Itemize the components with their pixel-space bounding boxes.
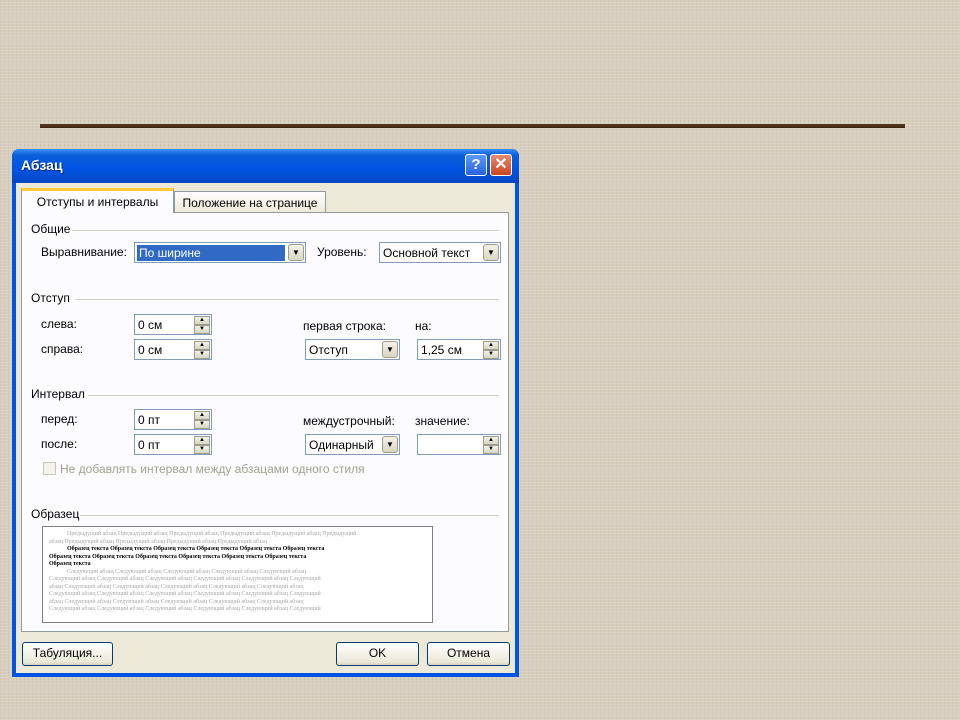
preview-next-line: абзац Следующий абзац Следующий абзац Сл… <box>49 598 304 605</box>
preview-next-line: Следующий абзац Следующий абзац Следующи… <box>49 591 321 597</box>
preview-next-line: Следующий абзац Следующий абзац Следующи… <box>49 606 321 612</box>
indent-divider <box>75 299 499 301</box>
level-value: Основной текст <box>383 246 471 260</box>
alignment-value: По ширине <box>137 245 285 261</box>
preview-box: Предыдущий абзац Предыдущий абзац Предыд… <box>42 526 433 623</box>
spin-down-icon[interactable]: ▼ <box>483 350 499 359</box>
general-group-title: Общие <box>31 222 71 236</box>
spin-up-icon[interactable]: ▲ <box>194 341 210 350</box>
indent-left-value: 0 см <box>138 318 163 332</box>
by-spinner[interactable]: 1,25 см ▲ ▼ <box>417 339 501 360</box>
paragraph-dialog: Абзац ? ✕ Отступы и интервалы Положение … <box>12 149 519 677</box>
spacing-before-spinner[interactable]: 0 пт ▲ ▼ <box>134 409 212 430</box>
tabs-button[interactable]: Табуляция... <box>22 642 113 666</box>
spacing-after-value: 0 пт <box>138 438 161 452</box>
by-value: 1,25 см <box>421 343 462 357</box>
spacing-after-spinner[interactable]: 0 пт ▲ ▼ <box>134 434 212 455</box>
chevron-down-icon[interactable]: ▼ <box>382 341 398 358</box>
indent-right-label: справа: <box>41 342 84 356</box>
preview-divider <box>80 515 499 517</box>
at-label: значение: <box>415 414 470 428</box>
ok-button[interactable]: OK <box>336 642 419 666</box>
help-button[interactable]: ? <box>465 154 487 176</box>
line-spacing-label: междустрочный: <box>303 414 395 428</box>
spin-down-icon[interactable]: ▼ <box>194 420 210 429</box>
first-line-select[interactable]: Отступ ▼ <box>305 339 400 360</box>
spin-down-icon[interactable]: ▼ <box>194 445 210 454</box>
no-space-checkbox[interactable] <box>43 462 56 475</box>
no-space-label: Не добавлять интервал между абзацами одн… <box>60 462 365 476</box>
dialog-client-area: Отступы и интервалы Положение на страниц… <box>16 183 515 673</box>
title-bar[interactable]: Абзац ? ✕ <box>12 149 519 183</box>
spacing-before-value: 0 пт <box>138 413 161 427</box>
line-spacing-value: Одинарный <box>309 438 374 452</box>
preview-prev-line: Предыдущий абзац Предыдущий абзац Предыд… <box>67 531 357 537</box>
preview-sample-line: Образец текста <box>49 561 91 567</box>
first-line-label: первая строка: <box>303 319 386 333</box>
tab-panel: Общие Выравнивание: По ширине ▼ Уровень:… <box>21 212 509 632</box>
preview-group-title: Образец <box>31 507 80 521</box>
spin-up-icon[interactable]: ▲ <box>194 316 210 325</box>
cancel-button[interactable]: Отмена <box>427 642 510 666</box>
spin-down-icon[interactable]: ▼ <box>483 445 499 454</box>
spin-up-icon[interactable]: ▲ <box>194 436 210 445</box>
alignment-select[interactable]: По ширине ▼ <box>134 242 306 263</box>
at-spinner[interactable]: ▲ ▼ <box>417 434 501 455</box>
spacing-group-title: Интервал <box>31 387 85 401</box>
preview-sample-line: Образец текста Образец текста Образец те… <box>49 553 307 560</box>
alignment-label: Выравнивание: <box>41 245 127 259</box>
preview-next-line: абзац Следующий абзац Следующий абзац Сл… <box>49 583 304 590</box>
chevron-down-icon[interactable]: ▼ <box>288 244 304 261</box>
preview-prev-line: абзац Предыдущий абзац Предыдущий абзац … <box>49 538 268 545</box>
chevron-down-icon[interactable]: ▼ <box>483 244 499 261</box>
spin-up-icon[interactable]: ▲ <box>194 411 210 420</box>
indent-right-spinner[interactable]: 0 см ▲ ▼ <box>134 339 212 360</box>
tab-indents-spacing[interactable]: Отступы и интервалы <box>21 188 174 213</box>
indent-left-spinner[interactable]: 0 см ▲ ▼ <box>134 314 212 335</box>
spin-down-icon[interactable]: ▼ <box>194 325 210 334</box>
preview-next-line: Следующий абзац Следующий абзац Следующи… <box>67 568 307 575</box>
close-button[interactable]: ✕ <box>490 154 512 176</box>
line-spacing-select[interactable]: Одинарный ▼ <box>305 434 400 455</box>
first-line-value: Отступ <box>309 343 348 357</box>
general-divider <box>72 230 499 232</box>
indent-left-label: слева: <box>41 317 77 331</box>
window-title: Абзац <box>21 157 63 173</box>
indent-group-title: Отступ <box>31 291 70 305</box>
level-label: Уровень: <box>317 245 367 259</box>
chevron-down-icon[interactable]: ▼ <box>382 436 398 453</box>
by-label: на: <box>415 319 432 333</box>
preview-sample-line: Образец текста Образец текста Образец те… <box>67 546 325 552</box>
level-select[interactable]: Основной текст ▼ <box>379 242 501 263</box>
spin-down-icon[interactable]: ▼ <box>194 350 210 359</box>
spin-up-icon[interactable]: ▲ <box>483 436 499 445</box>
indent-right-value: 0 см <box>138 343 163 357</box>
tab-line-page-breaks[interactable]: Положение на странице <box>174 191 326 213</box>
preview-next-line: Следующий абзац Следующий абзац Следующи… <box>49 576 321 582</box>
spacing-divider <box>88 395 499 397</box>
slide-divider-line <box>40 124 905 128</box>
spacing-after-label: после: <box>41 437 78 451</box>
spacing-before-label: перед: <box>41 412 78 426</box>
spin-up-icon[interactable]: ▲ <box>483 341 499 350</box>
